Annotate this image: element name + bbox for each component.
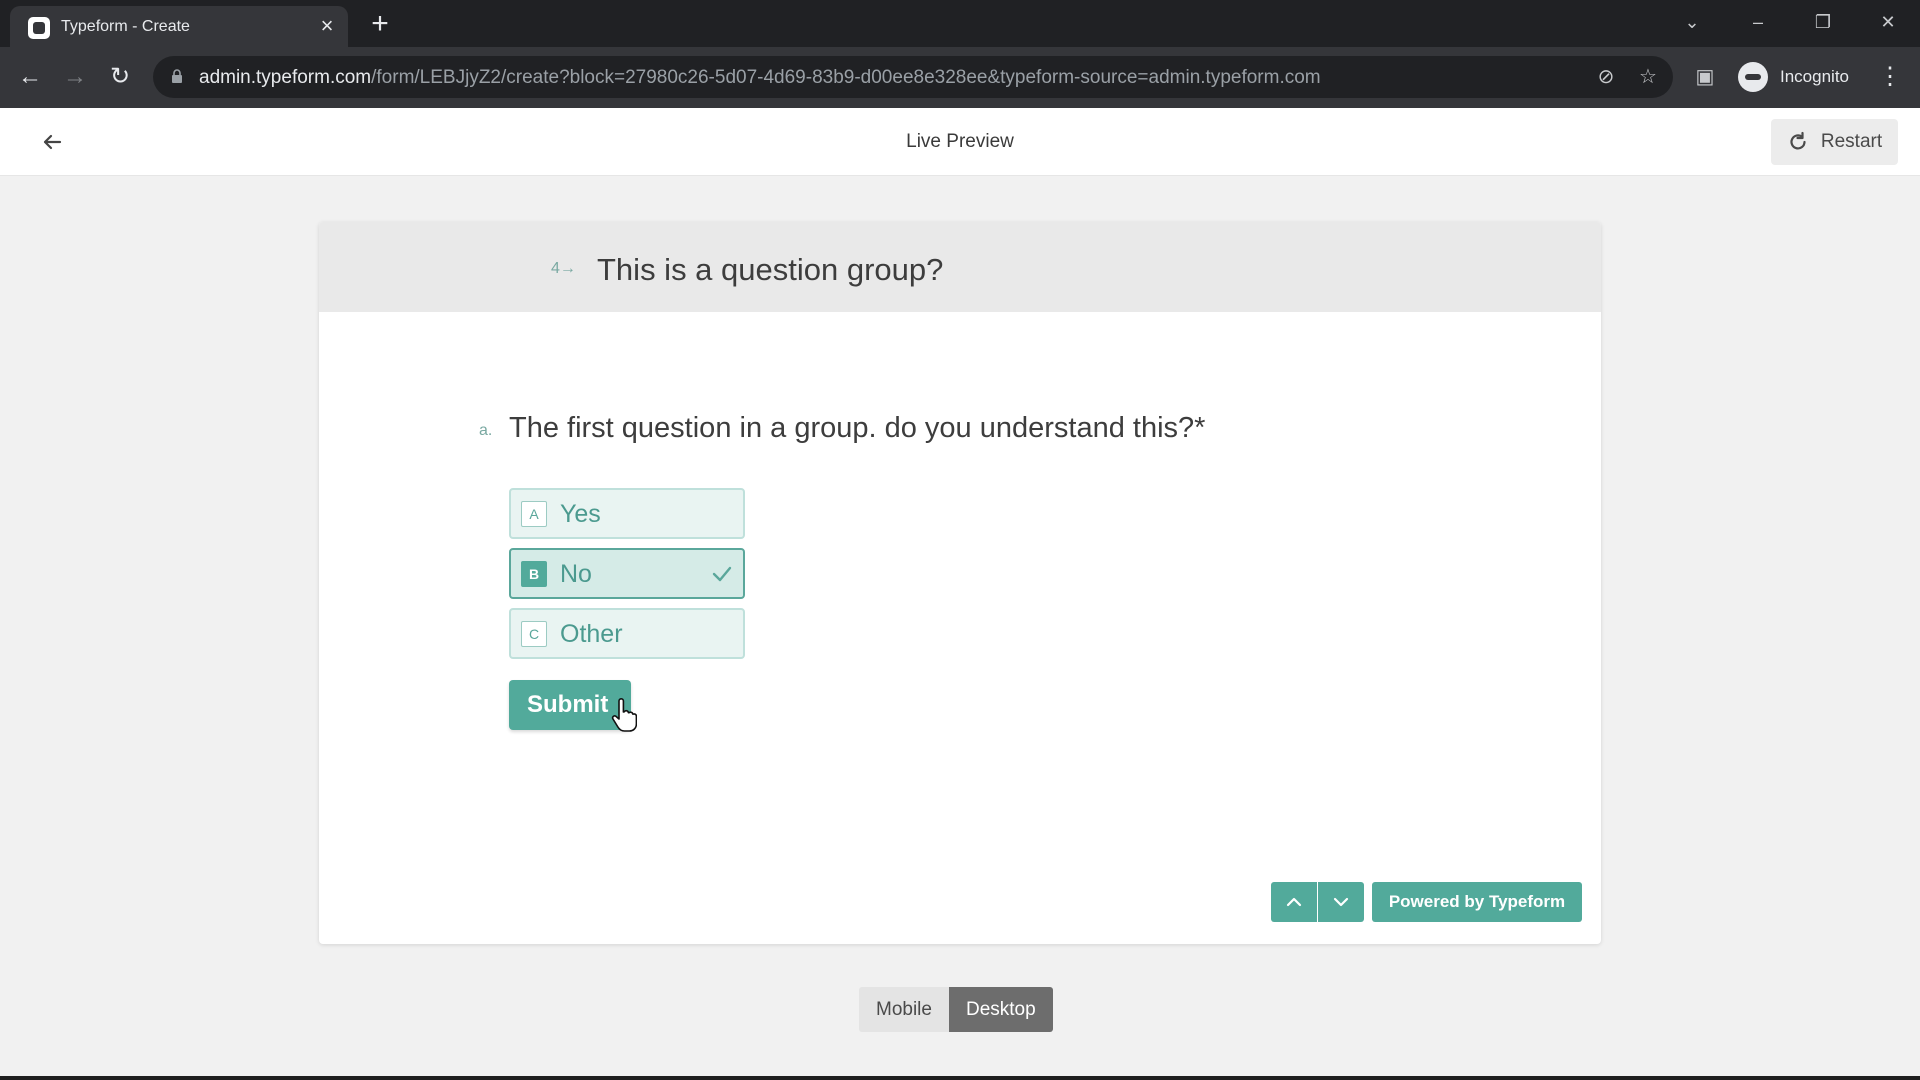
choice-no[interactable]: B No xyxy=(509,548,745,599)
choice-key: C xyxy=(521,621,547,647)
choice-other[interactable]: C Other xyxy=(509,608,745,659)
close-tab-icon[interactable]: × xyxy=(315,14,339,38)
restart-button[interactable]: Restart xyxy=(1771,119,1898,165)
back-icon[interactable]: ← xyxy=(14,61,46,93)
group-number: 4→ xyxy=(551,260,576,277)
next-question-button[interactable] xyxy=(1318,882,1364,922)
browser-toolbar: ← → ↻ admin.typeform.com/form/LEBJjyZ2/c… xyxy=(0,47,1920,108)
choice-key: A xyxy=(521,501,547,527)
powered-by-typeform-button[interactable]: Powered by Typeform xyxy=(1372,882,1582,922)
incognito-icon xyxy=(1738,62,1768,92)
group-title: This is a question group? xyxy=(597,252,944,287)
browser-tab-strip: Typeform - Create × + ⌄ – ❐ ✕ xyxy=(0,0,1920,47)
side-panel-icon[interactable]: ▣ xyxy=(1693,65,1717,89)
question-text: The first question in a group. do you un… xyxy=(509,412,1206,444)
url-text: admin.typeform.com/form/LEBJjyZ2/create?… xyxy=(199,67,1321,88)
close-window-icon[interactable]: ✕ xyxy=(1868,4,1908,40)
typeform-favicon-icon xyxy=(28,17,50,39)
chevron-up-icon xyxy=(1286,897,1302,907)
choice-key: B xyxy=(521,561,547,587)
eye-off-icon[interactable]: ⊘ xyxy=(1594,65,1618,89)
arrow-right-icon: → xyxy=(559,260,576,277)
restart-icon xyxy=(1790,131,1806,150)
checkmark-icon xyxy=(712,566,732,582)
page-title: Live Preview xyxy=(906,131,1014,152)
device-toggle: Mobile Desktop xyxy=(859,987,1053,1032)
mobile-view-button[interactable]: Mobile xyxy=(859,987,949,1032)
choice-yes[interactable]: A Yes xyxy=(509,488,745,539)
question-group-header: 4→ This is a question group? xyxy=(319,222,1601,312)
chevron-down-icon xyxy=(1333,897,1349,907)
browser-tab[interactable]: Typeform - Create × xyxy=(10,6,348,47)
bookmark-star-icon[interactable]: ☆ xyxy=(1636,65,1660,89)
hand-cursor-icon xyxy=(611,698,637,732)
forward-icon[interactable]: → xyxy=(59,61,91,93)
previous-question-button[interactable] xyxy=(1271,882,1317,922)
window-bottom-edge xyxy=(0,1076,1920,1080)
tab-search-chevron-icon[interactable]: ⌄ xyxy=(1672,4,1712,40)
restart-label: Restart xyxy=(1820,131,1883,152)
reload-icon[interactable]: ↻ xyxy=(104,61,136,93)
preview-header: Live Preview Restart xyxy=(0,108,1920,176)
address-bar[interactable]: admin.typeform.com/form/LEBJjyZ2/create?… xyxy=(153,56,1673,98)
profile-label: Incognito xyxy=(1780,67,1849,86)
tab-title: Typeform - Create xyxy=(61,18,190,35)
minimize-icon[interactable]: – xyxy=(1738,4,1778,40)
lock-icon xyxy=(172,69,182,83)
chrome-menu-icon[interactable]: ⋮ xyxy=(1878,61,1902,93)
incognito-profile[interactable]: Incognito xyxy=(1738,57,1849,97)
question-letter: a. xyxy=(479,422,493,439)
choice-label: Other xyxy=(560,620,623,648)
desktop-view-button[interactable]: Desktop xyxy=(948,987,1053,1032)
restore-window-icon[interactable]: ❐ xyxy=(1803,4,1843,40)
choice-label: No xyxy=(560,560,592,588)
form-preview-card: 4→ This is a question group? a. The firs… xyxy=(319,222,1601,944)
choice-label: Yes xyxy=(560,500,601,528)
new-tab-icon[interactable]: + xyxy=(365,9,395,40)
